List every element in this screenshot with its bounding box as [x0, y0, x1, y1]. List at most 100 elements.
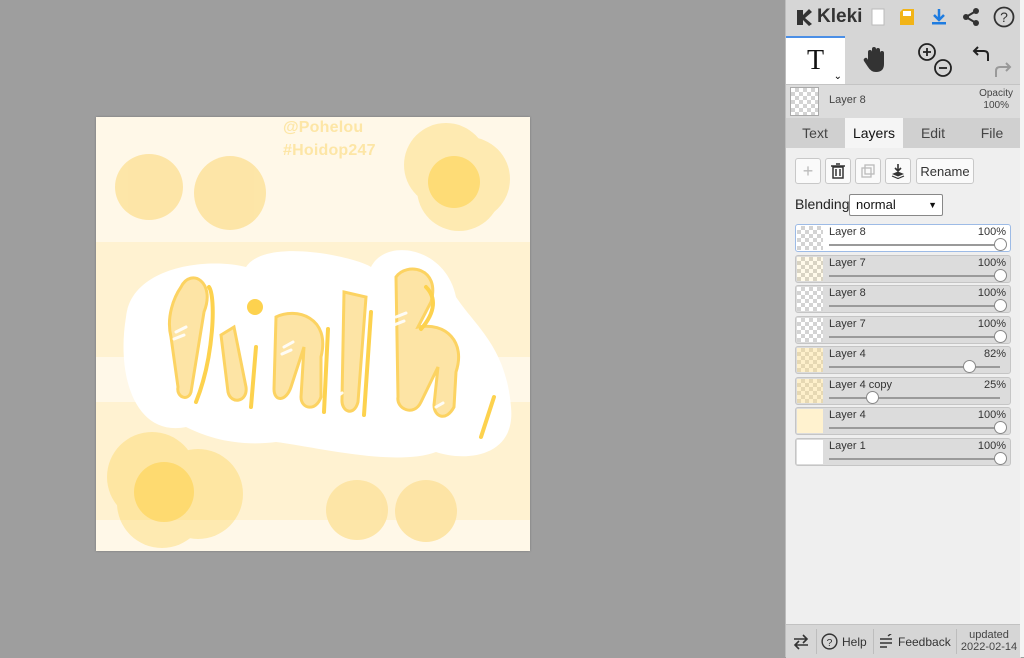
- swap-side-button[interactable]: [792, 625, 810, 658]
- layer-opacity-value: 100%: [977, 226, 1006, 238]
- chevron-down-icon: ▼: [928, 200, 937, 210]
- download-icon: [932, 9, 946, 25]
- hand-icon: [863, 47, 884, 72]
- zoom-in-icon: [918, 43, 936, 61]
- zoom-buttons: [906, 36, 962, 84]
- artboard[interactable]: @Pohelou #Hoidop247: [96, 117, 530, 551]
- app-name: Kleki: [817, 6, 863, 27]
- undo-redo-buttons: [963, 36, 1021, 84]
- plus-icon: +: [802, 160, 814, 181]
- help-footer-button[interactable]: ? Help: [821, 625, 867, 658]
- opacity-slider-track[interactable]: [829, 305, 1000, 307]
- opacity-slider-handle[interactable]: [994, 451, 1007, 465]
- text-tool-icon: T: [806, 45, 825, 76]
- layer-thumbnail: [797, 409, 823, 433]
- layer-opacity-value: 25%: [983, 378, 1006, 391]
- opacity-slider-handle[interactable]: [994, 238, 1007, 251]
- layer-opacity-value: 100%: [977, 287, 1006, 299]
- layer-row[interactable]: Layer 7 100%: [795, 254, 1011, 283]
- help-icon: ?: [821, 633, 838, 650]
- watermark-handle: @Pohelou: [283, 119, 364, 136]
- layer-name: Layer 4: [829, 409, 866, 421]
- layer-thumbnail: [797, 287, 823, 311]
- kleki-logo-icon: [797, 9, 812, 26]
- merge-layer-button[interactable]: [885, 158, 911, 184]
- layer-opacity-value: 100%: [977, 409, 1006, 421]
- duplicate-icon: [861, 164, 875, 178]
- opacity-slider-track[interactable]: [829, 274, 1000, 277]
- layer-row[interactable]: Layer 1 100%: [795, 437, 1011, 466]
- swap-arrows-icon: [793, 633, 809, 650]
- layer-name: Layer 7: [829, 317, 866, 330]
- layer-thumbnail: [797, 378, 823, 403]
- updated-date: 2022-02-14: [960, 641, 1018, 653]
- layer-opacity-value: 100%: [977, 317, 1006, 330]
- opacity-value: 100%: [983, 100, 1009, 111]
- layer-row[interactable]: Layer 4 100%: [795, 407, 1011, 435]
- tab-text[interactable]: Text: [786, 118, 844, 148]
- text-tool-button[interactable]: T ⌄: [786, 36, 845, 84]
- layer-thumbnail: [797, 439, 823, 464]
- delete-layer-button[interactable]: [825, 158, 851, 184]
- layer-opacity-value: 100%: [977, 256, 1006, 269]
- top-bar: Kleki ?: [786, 0, 1021, 36]
- layers-panel: + Rename Blending normal ▼ Layer 8 100% La…: [786, 148, 1021, 624]
- updated-label: updated: [969, 629, 1009, 641]
- artwork: [96, 117, 530, 551]
- undo-redo-icons: [972, 46, 1012, 77]
- rename-button[interactable]: Rename: [916, 158, 974, 184]
- window-edge: [1020, 0, 1024, 657]
- help-button[interactable]: ?: [989, 2, 1019, 32]
- layer-name: Layer 8: [829, 287, 866, 299]
- zoom-out-icon: [934, 59, 952, 77]
- blending-select[interactable]: normal ▼: [849, 194, 943, 216]
- new-file-button[interactable]: [863, 2, 893, 32]
- chevron-down-icon[interactable]: ⌄: [834, 71, 842, 82]
- opacity-slider-track[interactable]: [829, 335, 1000, 338]
- add-layer-button[interactable]: +: [795, 158, 821, 184]
- feedback-button[interactable]: Feedback: [878, 625, 951, 658]
- layer-row[interactable]: Layer 4 copy 25%: [795, 376, 1011, 405]
- opacity-slider-handle[interactable]: [994, 421, 1007, 434]
- help-label: Help: [842, 634, 867, 649]
- tab-layers[interactable]: Layers: [845, 118, 903, 148]
- blending-label: Blending: [795, 196, 850, 212]
- blending-value: normal: [856, 197, 896, 212]
- app-logo[interactable]: Kleki: [794, 3, 862, 31]
- layer-row[interactable]: Layer 8 100%: [795, 224, 1011, 252]
- layer-name: Layer 7: [829, 256, 866, 269]
- hand-tool-button[interactable]: [846, 36, 904, 84]
- download-button[interactable]: [924, 2, 954, 32]
- opacity-slider-track[interactable]: [829, 244, 1000, 246]
- opacity-slider-handle[interactable]: [994, 329, 1007, 343]
- opacity-slider-track[interactable]: [829, 396, 1000, 399]
- updated-info[interactable]: updated 2022-02-14: [958, 629, 1020, 653]
- opacity-slider-track[interactable]: [829, 427, 1000, 429]
- opacity-slider-handle[interactable]: [994, 299, 1007, 312]
- layer-row[interactable]: Layer 7 100%: [795, 315, 1011, 344]
- layer-row[interactable]: Layer 4 82%: [795, 346, 1011, 374]
- current-layer-name: Layer 8: [829, 94, 866, 106]
- watermark-hashtag: #Hoidop247: [283, 142, 376, 159]
- side-panel: Kleki ? T ⌄ Layer 8 Opacity 100% Text La…: [785, 0, 1021, 658]
- tab-file[interactable]: File: [963, 118, 1021, 148]
- opacity-slider-handle[interactable]: [865, 390, 879, 404]
- save-button[interactable]: [892, 2, 922, 32]
- opacity-slider-handle[interactable]: [963, 360, 977, 373]
- layer-name: Layer 1: [829, 439, 866, 452]
- feedback-label: Feedback: [898, 634, 951, 649]
- layer-thumbnail: [797, 226, 823, 250]
- layer-opacity-value: 100%: [977, 439, 1006, 452]
- duplicate-layer-button[interactable]: [855, 158, 881, 184]
- layer-opacity-value: 82%: [983, 348, 1006, 360]
- canvas-area[interactable]: @Pohelou #Hoidop247: [0, 0, 785, 657]
- trash-icon: [831, 163, 845, 179]
- undo-icon: [972, 46, 989, 61]
- share-button[interactable]: [956, 2, 986, 32]
- help-icon: ?: [993, 6, 1015, 28]
- tab-edit[interactable]: Edit: [904, 118, 962, 148]
- merge-down-icon: [891, 164, 905, 179]
- opacity-slider-handle[interactable]: [994, 268, 1007, 282]
- layer-row[interactable]: Layer 8 100%: [795, 285, 1011, 313]
- opacity-slider-track[interactable]: [829, 457, 1000, 460]
